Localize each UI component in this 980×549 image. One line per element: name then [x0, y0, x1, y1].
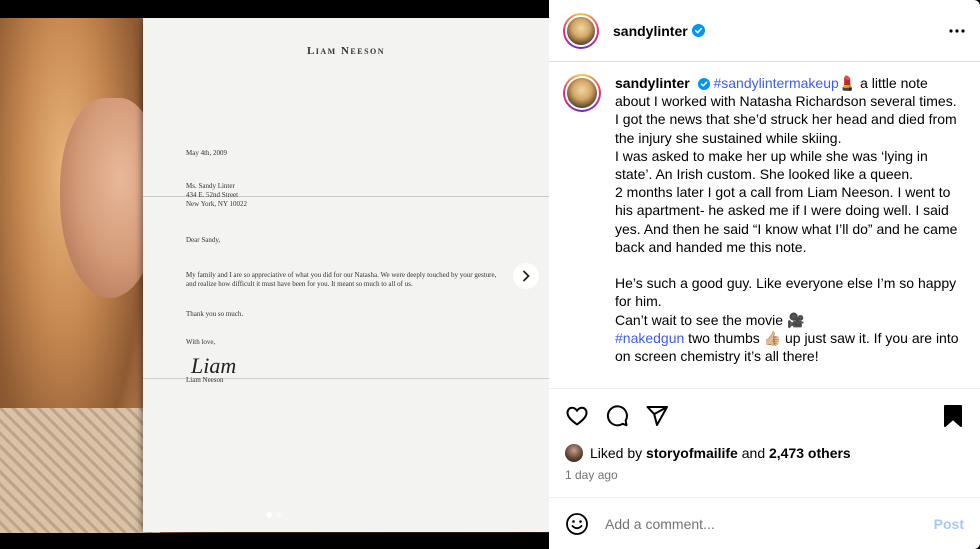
letter-thanks: Thank you so much.: [186, 310, 244, 318]
letter-date: May 4th, 2009: [186, 149, 228, 157]
carousel-dot-active: [266, 512, 272, 518]
share-icon[interactable]: [645, 404, 669, 428]
author-username[interactable]: sandylinter: [613, 23, 688, 39]
post-caption: sandylinter #sandylintermakeup💄 a little…: [563, 74, 978, 388]
liker-avatar[interactable]: [565, 444, 583, 462]
likes-and: and: [741, 445, 766, 461]
letter-address-3: New York, NY 10022: [186, 200, 247, 208]
caption-body: a little note about I worked with Natash…: [615, 75, 958, 328]
verified-badge-icon: [697, 78, 710, 90]
letter-image: Liam Neeson May 4th, 2009 Ms. Sandy Lint…: [143, 18, 549, 532]
heart-icon[interactable]: [565, 404, 589, 428]
post-timestamp[interactable]: 1 day ago: [565, 468, 618, 482]
hashtag-sandylintermakeup[interactable]: #sandylintermakeup: [713, 75, 838, 91]
likes-summary: Liked by storyofmailife and 2,473 others: [565, 444, 851, 462]
comment-input[interactable]: Add a comment...: [605, 516, 934, 532]
lipstick-emoji: 💄: [838, 75, 857, 91]
post-comment-button[interactable]: Post: [934, 516, 964, 532]
comment-icon[interactable]: [605, 404, 629, 428]
instagram-post-modal: Liam Neeson May 4th, 2009 Ms. Sandy Lint…: [0, 0, 980, 549]
verified-badge-icon: [691, 24, 705, 37]
letter-body: My family and I are so appreciative of w…: [186, 271, 497, 288]
letter-heading: Liam Neeson: [306, 45, 386, 57]
liker-username[interactable]: storyofmailife: [646, 445, 738, 461]
post-sidebar: sandylinter sandylinter #sandylintermake…: [549, 0, 980, 549]
post-media[interactable]: Liam Neeson May 4th, 2009 Ms. Sandy Lint…: [0, 0, 549, 549]
letter-address-1: Ms. Sandy Linter: [186, 182, 235, 190]
carousel-indicator: [266, 512, 282, 518]
caption-text: sandylinter #sandylintermakeup💄 a little…: [615, 74, 960, 388]
bookmark-icon[interactable]: [942, 404, 964, 428]
letter-address-2: 434 E. 52nd Street: [186, 191, 239, 199]
post-header: sandylinter: [549, 0, 980, 62]
letter-salutation: Dear Sandy,: [186, 236, 221, 244]
next-image-button[interactable]: [513, 263, 539, 289]
hashtag-nakedgun[interactable]: #nakedgun: [615, 330, 684, 346]
letter-closing: With love,: [186, 338, 216, 346]
more-options-icon[interactable]: [948, 22, 966, 40]
action-bar: [549, 388, 980, 442]
caption-username[interactable]: sandylinter: [615, 75, 690, 91]
emoji-icon[interactable]: [565, 512, 589, 536]
avatar[interactable]: [563, 12, 599, 49]
chevron-right-icon: [523, 270, 530, 282]
liked-by-label: Liked by: [590, 445, 643, 461]
carousel-dot: [276, 512, 282, 518]
likes-count[interactable]: 2,473 others: [769, 445, 851, 461]
caption-avatar[interactable]: [563, 74, 601, 112]
letter-signer: Liam Neeson: [186, 376, 224, 384]
comment-bar: Add a comment... Post: [549, 497, 980, 549]
